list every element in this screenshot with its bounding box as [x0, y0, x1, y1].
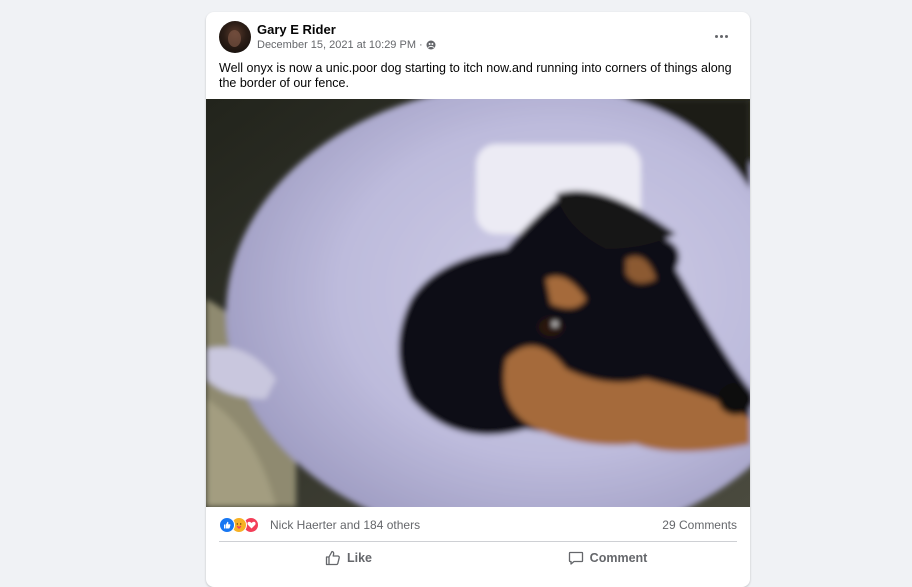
post-text: Well onyx is now a unic.poor dog startin…	[219, 61, 732, 90]
comment-button[interactable]: Comment	[478, 546, 737, 570]
comments-count[interactable]: 29 Comments	[662, 518, 737, 532]
comment-icon	[568, 551, 583, 565]
post-actions: Like Comment	[219, 546, 737, 570]
post-card: Gary E Rider December 15, 2021 at 10:29 …	[206, 12, 750, 587]
divider	[219, 541, 737, 542]
thumbs-up-icon	[325, 550, 340, 566]
like-button[interactable]: Like	[219, 546, 478, 570]
reaction-names[interactable]: Nick Haerter and 184 others	[270, 518, 420, 532]
avatar[interactable]	[219, 21, 251, 53]
more-options-button[interactable]	[711, 29, 731, 43]
more-options-icon	[714, 34, 718, 38]
friends-icon[interactable]	[426, 40, 436, 50]
author-name[interactable]: Gary E Rider	[257, 22, 336, 37]
post-photo[interactable]	[206, 99, 750, 507]
post-timestamp[interactable]: December 15, 2021 at 10:29 PM	[257, 39, 416, 51]
post-meta: December 15, 2021 at 10:29 PM ·	[257, 39, 436, 51]
like-label: Like	[346, 551, 372, 565]
dog-in-cone-photo	[206, 99, 750, 507]
reaction-icons[interactable]	[219, 517, 267, 533]
reactions-bar: Nick Haerter and 184 others 29 Comments	[219, 516, 737, 534]
comment-label: Comment	[589, 551, 648, 565]
post-header: Gary E Rider December 15, 2021 at 10:29 …	[219, 21, 737, 55]
like-reaction-icon	[219, 517, 235, 533]
meta-separator: ·	[418, 39, 423, 51]
